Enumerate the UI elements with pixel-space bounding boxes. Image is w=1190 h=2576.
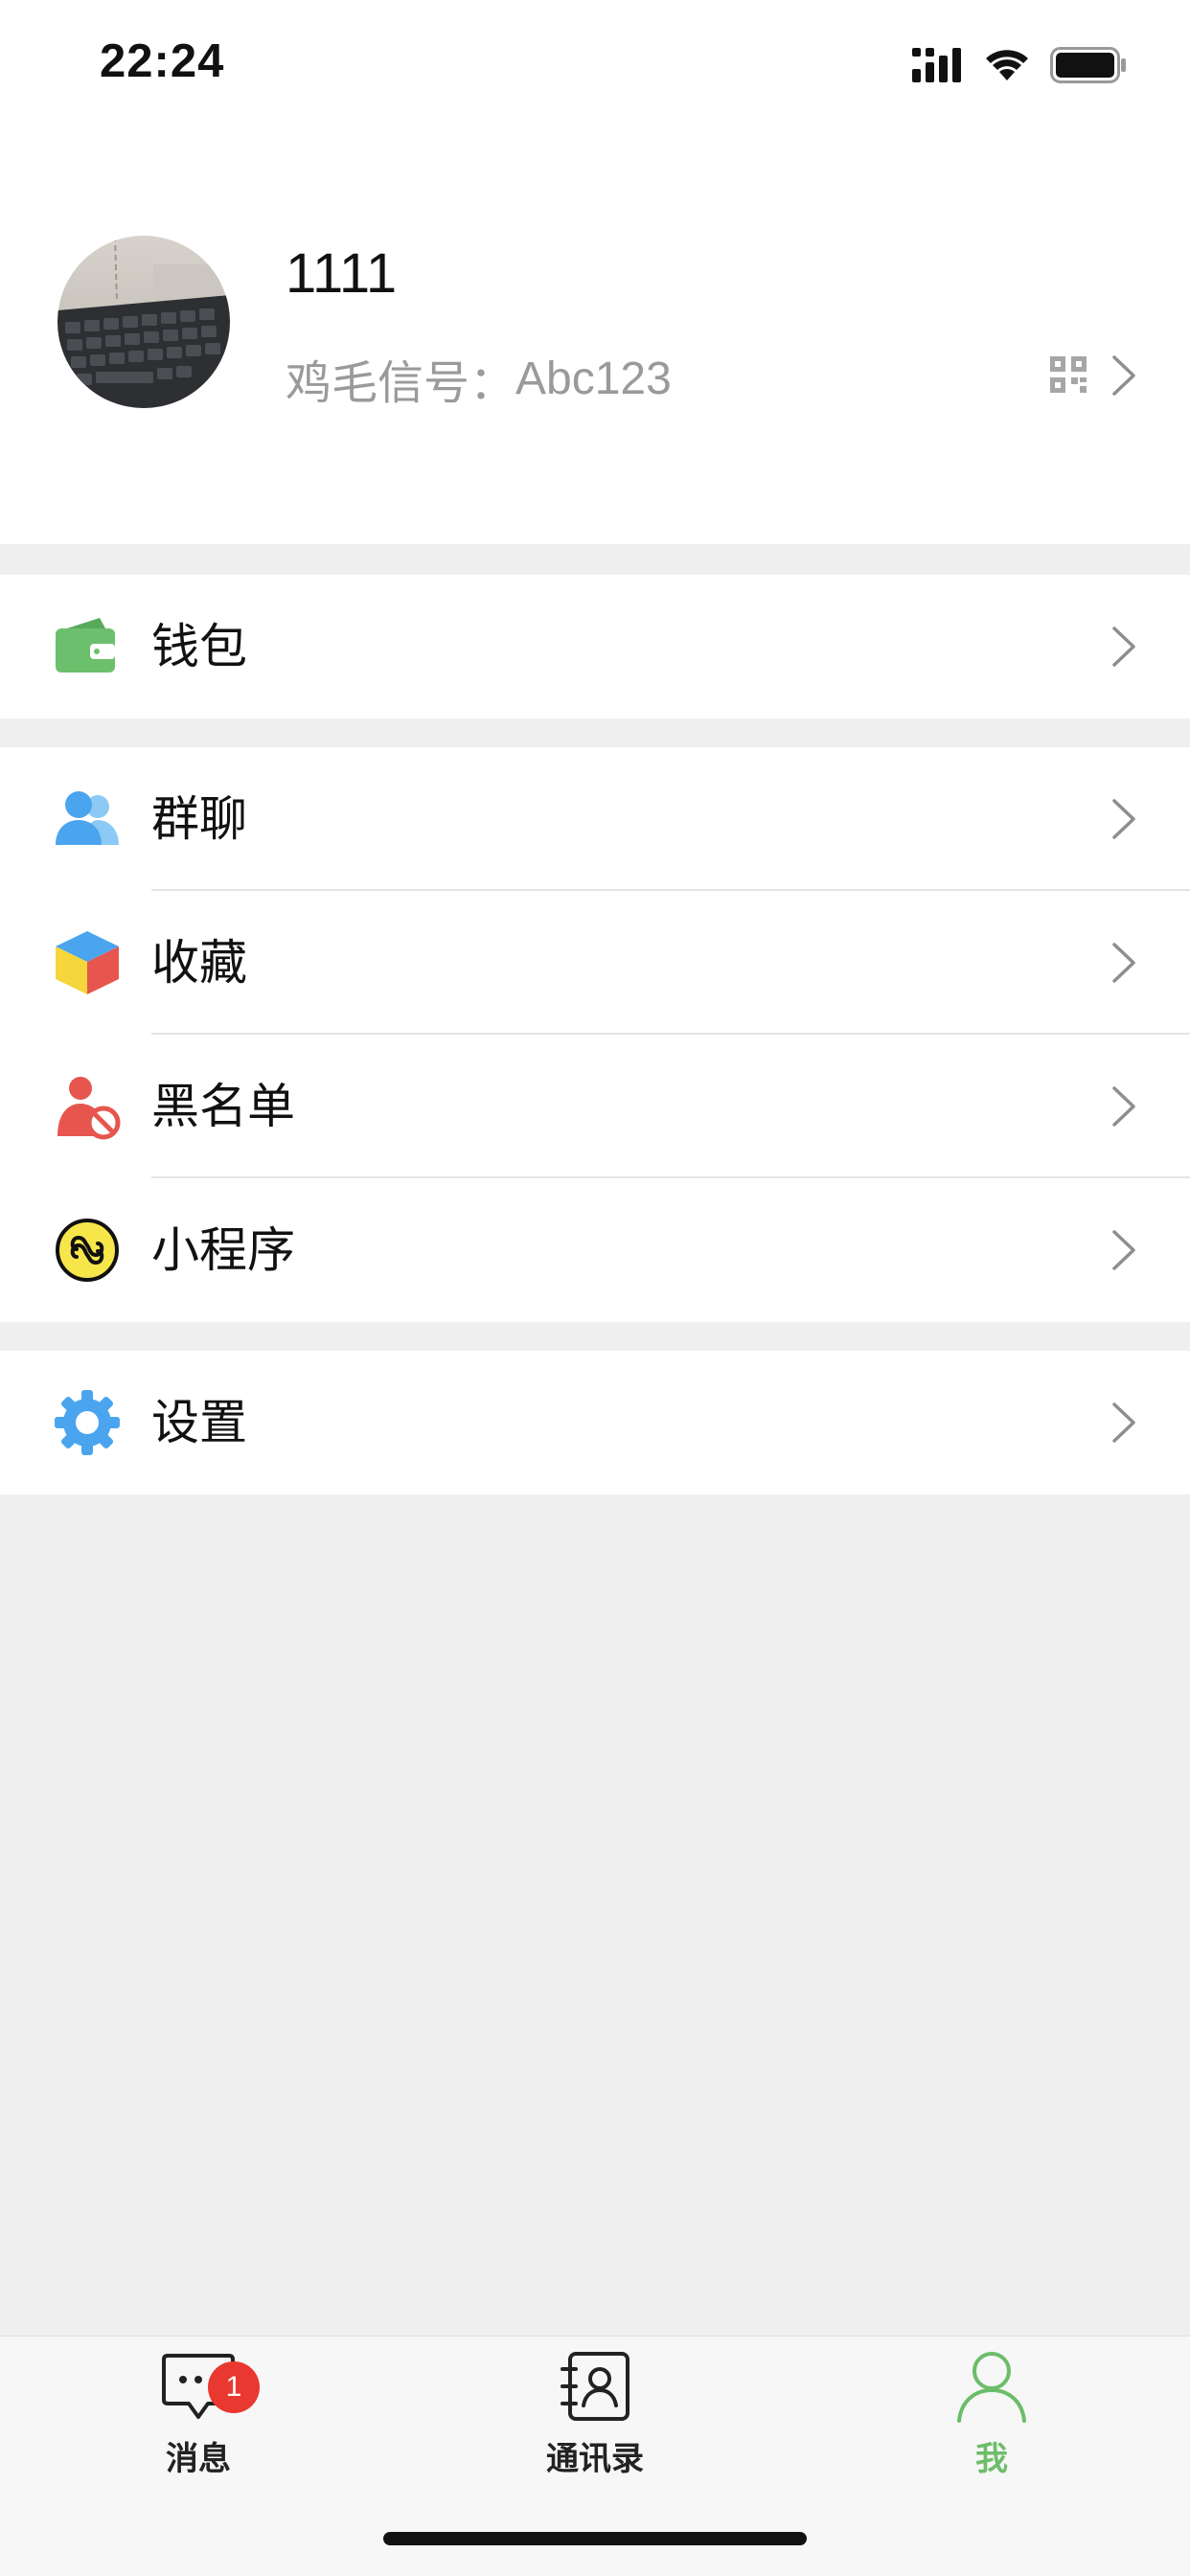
menu-item-label: 收藏 xyxy=(151,935,247,991)
tab-label: 消息 xyxy=(166,2440,231,2478)
chevron-right-icon xyxy=(1112,1230,1135,1270)
person-icon xyxy=(957,2352,1026,2423)
menu-item-blacklist[interactable]: 黑名单 xyxy=(0,1035,1190,1178)
profile-chevron-right-icon[interactable] xyxy=(1111,354,1136,397)
favorites-cube-icon xyxy=(56,931,119,994)
avatar-photo xyxy=(57,236,230,408)
chevron-right-icon xyxy=(1112,1402,1135,1443)
tab-messages[interactable]: 1 消息 xyxy=(83,2337,313,2509)
profile-id-label: 鸡毛信号： xyxy=(286,356,516,410)
menu-item-mini-program[interactable]: 小程序 xyxy=(0,1178,1190,1322)
profile-name: 1111 xyxy=(286,242,398,305)
chevron-right-icon xyxy=(1112,943,1135,983)
status-bar: 22:24 xyxy=(0,0,1190,126)
menu-item-wallet[interactable]: 钱包 xyxy=(0,575,1190,718)
unread-badge: 1 xyxy=(208,2361,260,2413)
menu-item-label: 钱包 xyxy=(151,619,247,674)
home-indicator xyxy=(383,2532,807,2545)
chevron-right-icon xyxy=(1112,799,1135,839)
tab-contacts[interactable]: 通讯录 xyxy=(480,2337,710,2509)
chevron-right-icon xyxy=(1112,627,1135,667)
menu-item-label: 群聊 xyxy=(151,791,247,847)
tab-me[interactable]: 我 xyxy=(877,2337,1107,2509)
status-time: 22:24 xyxy=(100,35,225,87)
menu-item-group-chat[interactable]: 群聊 xyxy=(0,747,1190,891)
blacklist-icon xyxy=(57,1077,121,1140)
menu-group-wallet: 钱包 xyxy=(0,575,1190,718)
tab-label: 通讯录 xyxy=(546,2440,644,2478)
cellular-signal-icon xyxy=(912,48,961,82)
gear-icon xyxy=(55,1390,120,1455)
menu-item-settings[interactable]: 设置 xyxy=(0,1351,1190,1494)
chevron-right-icon xyxy=(1112,1086,1135,1127)
profile-id-value: Abc123 xyxy=(515,353,672,404)
avatar[interactable] xyxy=(57,236,230,408)
menu-item-favorites[interactable]: 收藏 xyxy=(0,891,1190,1035)
group-chat-icon xyxy=(56,791,119,845)
menu-item-label: 小程序 xyxy=(151,1222,295,1278)
mini-program-icon xyxy=(56,1219,119,1282)
profile-header: 22:24 1111 鸡毛信号： Abc123 xyxy=(0,0,1190,544)
tab-label: 我 xyxy=(975,2440,1008,2478)
qr-code-icon[interactable] xyxy=(1050,356,1087,393)
wifi-icon xyxy=(986,50,1028,80)
menu-group-main: 群聊 收藏 黑名单 小程序 xyxy=(0,747,1190,1322)
menu-item-label: 设置 xyxy=(151,1395,247,1450)
battery-icon xyxy=(1050,47,1126,83)
status-icons xyxy=(912,42,1127,88)
menu-item-label: 黑名单 xyxy=(151,1079,295,1134)
wallet-icon xyxy=(56,618,115,672)
contacts-icon xyxy=(561,2352,629,2421)
profile-id: 鸡毛信号： Abc123 xyxy=(286,345,672,412)
menu-group-settings: 设置 xyxy=(0,1351,1190,1494)
